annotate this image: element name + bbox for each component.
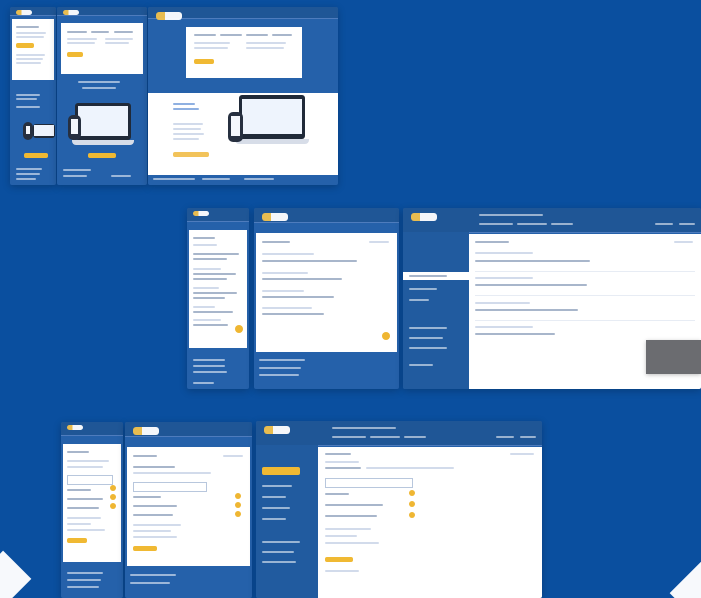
phone-preview-icon [23, 122, 33, 140]
middle-mobile-screenshot [187, 208, 249, 389]
logo-icon [63, 10, 79, 15]
phone-preview-icon [68, 115, 81, 140]
app-gallery-canvas [0, 0, 701, 598]
laptop-preview-icon [33, 124, 55, 138]
phone-preview-icon [228, 112, 243, 142]
logo-icon [67, 425, 83, 430]
bottom-mobile-screenshot [61, 422, 123, 598]
bottom-desktop-screenshot [256, 421, 542, 598]
middle-tablet-screenshot [254, 208, 399, 389]
bottom-left-corner-shape [0, 550, 32, 598]
top-mobile-screenshot [10, 7, 56, 185]
laptop-preview-icon [239, 95, 305, 139]
logo-icon [264, 426, 290, 434]
tooltip-popup [646, 340, 701, 374]
top-desktop-screenshot [148, 7, 338, 185]
logo-icon [16, 10, 32, 15]
logo-icon [133, 427, 159, 435]
logo-icon [193, 211, 209, 216]
middle-desktop-screenshot [403, 208, 701, 389]
logo-icon [411, 213, 437, 221]
bottom-tablet-screenshot [125, 422, 252, 598]
bottom-right-corner-shape [669, 550, 701, 598]
laptop-preview-icon [75, 103, 131, 140]
top-tablet-screenshot [57, 7, 147, 185]
logo-icon [262, 213, 288, 221]
logo-icon [156, 12, 182, 20]
